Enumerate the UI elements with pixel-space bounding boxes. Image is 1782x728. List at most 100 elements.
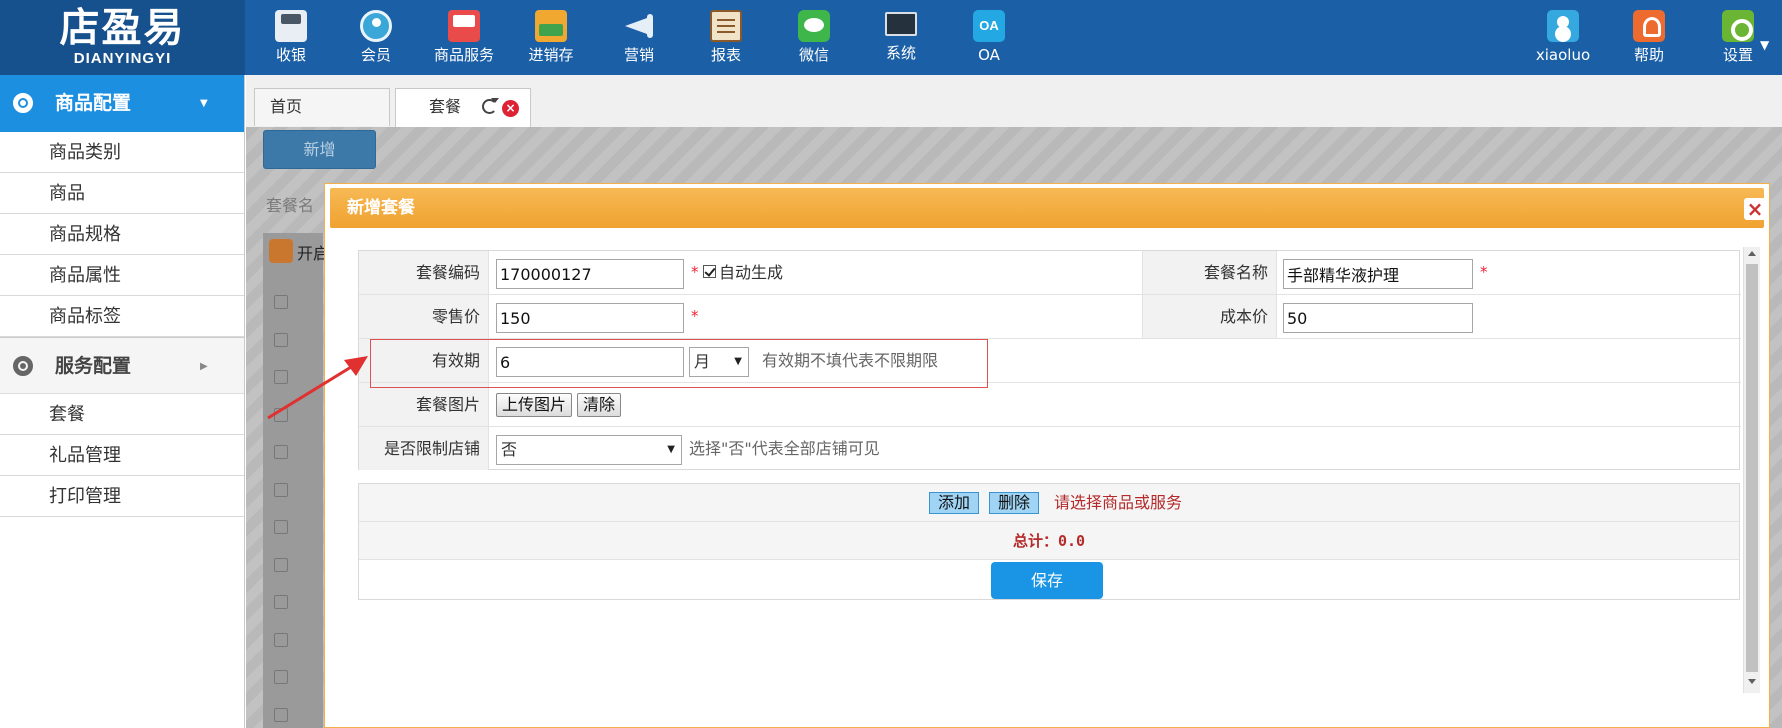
total-amount: 总计：0.0: [1012, 532, 1086, 550]
form-row-price: 零售价 * 成本价: [359, 295, 1741, 339]
sidebar-item-package[interactable]: 套餐: [0, 394, 244, 435]
section-title: 商品配置: [55, 92, 132, 114]
user-name: xiaoluo: [1535, 46, 1591, 64]
settings-dropdown-caret-icon[interactable]: ▼: [1760, 38, 1769, 52]
sidebar-item-goods-tag[interactable]: 商品标签: [0, 296, 244, 337]
wechat-icon: [798, 10, 830, 42]
store-limit-select[interactable]: 否 ▼: [496, 435, 682, 465]
form-row-code: 套餐编码 * 自动生成 套餐名称 *: [359, 251, 1741, 295]
nav-wechat[interactable]: 微信: [771, 0, 857, 75]
row-checkbox[interactable]: [274, 520, 288, 534]
nav-inventory[interactable]: 进销存: [508, 0, 594, 75]
row-checkbox[interactable]: [274, 483, 288, 497]
store-limit-value: 否: [501, 440, 518, 459]
close-icon[interactable]: ×: [502, 100, 519, 117]
goods-service-icon: [448, 10, 480, 42]
section-title: 服务配置: [55, 355, 132, 377]
goods-toolbar: 添加 删除 请选择商品或服务: [359, 484, 1739, 522]
clear-image-button[interactable]: 清除: [577, 393, 622, 417]
tab-label: 套餐: [429, 97, 462, 116]
app-logo[interactable]: 店盈易 DIANYINGYI: [0, 0, 245, 75]
scroll-thumb[interactable]: [1746, 264, 1758, 672]
form-row-store-limit: 是否限制店铺 否 ▼ 选择"否"代表全部店铺可见: [359, 427, 1741, 471]
nav-system[interactable]: 系统: [858, 0, 944, 75]
nav-report[interactable]: 报表: [683, 0, 769, 75]
auto-generate-checkbox[interactable]: [703, 265, 716, 278]
row-checkbox[interactable]: [274, 670, 288, 684]
tab-home[interactable]: 首页: [254, 88, 390, 126]
nav-label: 微信: [798, 46, 829, 64]
gear-icon: [13, 356, 33, 376]
sidebar-item-goods-spec[interactable]: 商品规格: [0, 214, 244, 255]
member-icon: [360, 10, 392, 42]
nav-member[interactable]: 会员: [333, 0, 419, 75]
sidebar-section-service-config[interactable]: 服务配置 ▶: [0, 337, 244, 394]
nav-marketing[interactable]: 营销: [596, 0, 682, 75]
logo-text-en: DIANYINGYI: [73, 50, 172, 67]
validity-highlight-box: [370, 339, 988, 388]
settings-gear-icon: [1722, 10, 1754, 42]
chevron-right-icon: ▶: [200, 361, 208, 372]
required-mark: *: [1480, 263, 1488, 281]
cost-price-label: 成本价: [1142, 295, 1277, 338]
row-checkbox[interactable]: [274, 333, 288, 347]
dialog-scrollbar[interactable]: [1743, 247, 1760, 693]
goods-selection-panel: 添加 删除 请选择商品或服务 总计：0.0 保存: [358, 483, 1740, 600]
delete-goods-button[interactable]: 删除: [989, 492, 1040, 514]
new-package-button[interactable]: 新增: [263, 130, 376, 169]
required-mark: *: [691, 263, 699, 281]
nav-label: 进销存: [528, 46, 574, 64]
nav-label: 营销: [623, 46, 654, 64]
sidebar-item-print[interactable]: 打印管理: [0, 476, 244, 517]
row-checkbox[interactable]: [274, 295, 288, 309]
dialog-close-icon[interactable]: ×: [1744, 198, 1766, 220]
dialog-header[interactable]: 新增套餐 ×: [330, 188, 1766, 228]
save-button[interactable]: 保存: [991, 562, 1103, 599]
row-checkbox[interactable]: [274, 595, 288, 609]
tab-package[interactable]: 套餐 ×: [395, 88, 531, 127]
sidebar-item-gift[interactable]: 礼品管理: [0, 435, 244, 476]
sidebar-item-goods-attr[interactable]: 商品属性: [0, 255, 244, 296]
row-checkbox[interactable]: [274, 445, 288, 459]
dialog-title: 新增套餐: [347, 198, 415, 218]
sidebar-item-goods[interactable]: 商品: [0, 173, 244, 214]
scroll-up-icon[interactable]: [1748, 251, 1756, 256]
scroll-down-icon[interactable]: [1748, 679, 1756, 684]
chevron-down-icon: ▼: [200, 98, 208, 109]
nav-oa[interactable]: OA OA: [946, 0, 1032, 75]
store-limit-hint: 选择"否"代表全部店铺可见: [689, 439, 880, 458]
goods-total-row: 总计：0.0: [359, 522, 1739, 560]
nav-cashier[interactable]: 收银: [248, 0, 334, 75]
cash-register-icon: [275, 10, 307, 42]
package-name-input[interactable]: [1283, 259, 1473, 289]
sidebar-section-goods-config[interactable]: 商品配置 ▼: [0, 75, 244, 132]
retail-price-input[interactable]: [496, 303, 684, 333]
data-table: [263, 233, 323, 728]
nav-label: 系统: [885, 44, 916, 62]
sidebar-item-goods-category[interactable]: 商品类别: [0, 132, 244, 173]
retail-price-label: 零售价: [359, 295, 489, 338]
new-package-dialog: 新增套餐 × 套餐编码 * 自动生成 套餐名称 * 零售价 * 成本价 有效期: [324, 183, 1770, 728]
package-code-input[interactable]: [496, 259, 684, 289]
gear-icon: [13, 93, 33, 113]
upload-image-button[interactable]: 上传图片: [496, 393, 573, 417]
nav-user[interactable]: xiaoluo: [1520, 0, 1606, 75]
store-limit-label: 是否限制店铺: [359, 427, 489, 470]
refresh-icon[interactable]: [482, 98, 499, 114]
lock-icon: [269, 239, 293, 263]
form-row-image: 套餐图片 上传图片 清除: [359, 383, 1741, 427]
add-goods-button[interactable]: 添加: [929, 492, 980, 514]
cost-price-input[interactable]: [1283, 303, 1473, 333]
row-checkbox[interactable]: [274, 708, 288, 722]
monitor-icon: [885, 12, 917, 36]
row-checkbox[interactable]: [274, 633, 288, 647]
nav-help[interactable]: 帮助: [1606, 0, 1692, 75]
row-checkbox[interactable]: [274, 558, 288, 572]
annotation-arrow-icon: [267, 356, 368, 420]
nav-label: 会员: [360, 46, 391, 64]
nav-goods-service[interactable]: 商品服务: [421, 0, 507, 75]
help-bell-icon: [1633, 10, 1665, 42]
nav-label: 报表: [710, 46, 741, 64]
oa-icon: OA: [973, 10, 1005, 42]
required-mark: *: [691, 307, 699, 325]
